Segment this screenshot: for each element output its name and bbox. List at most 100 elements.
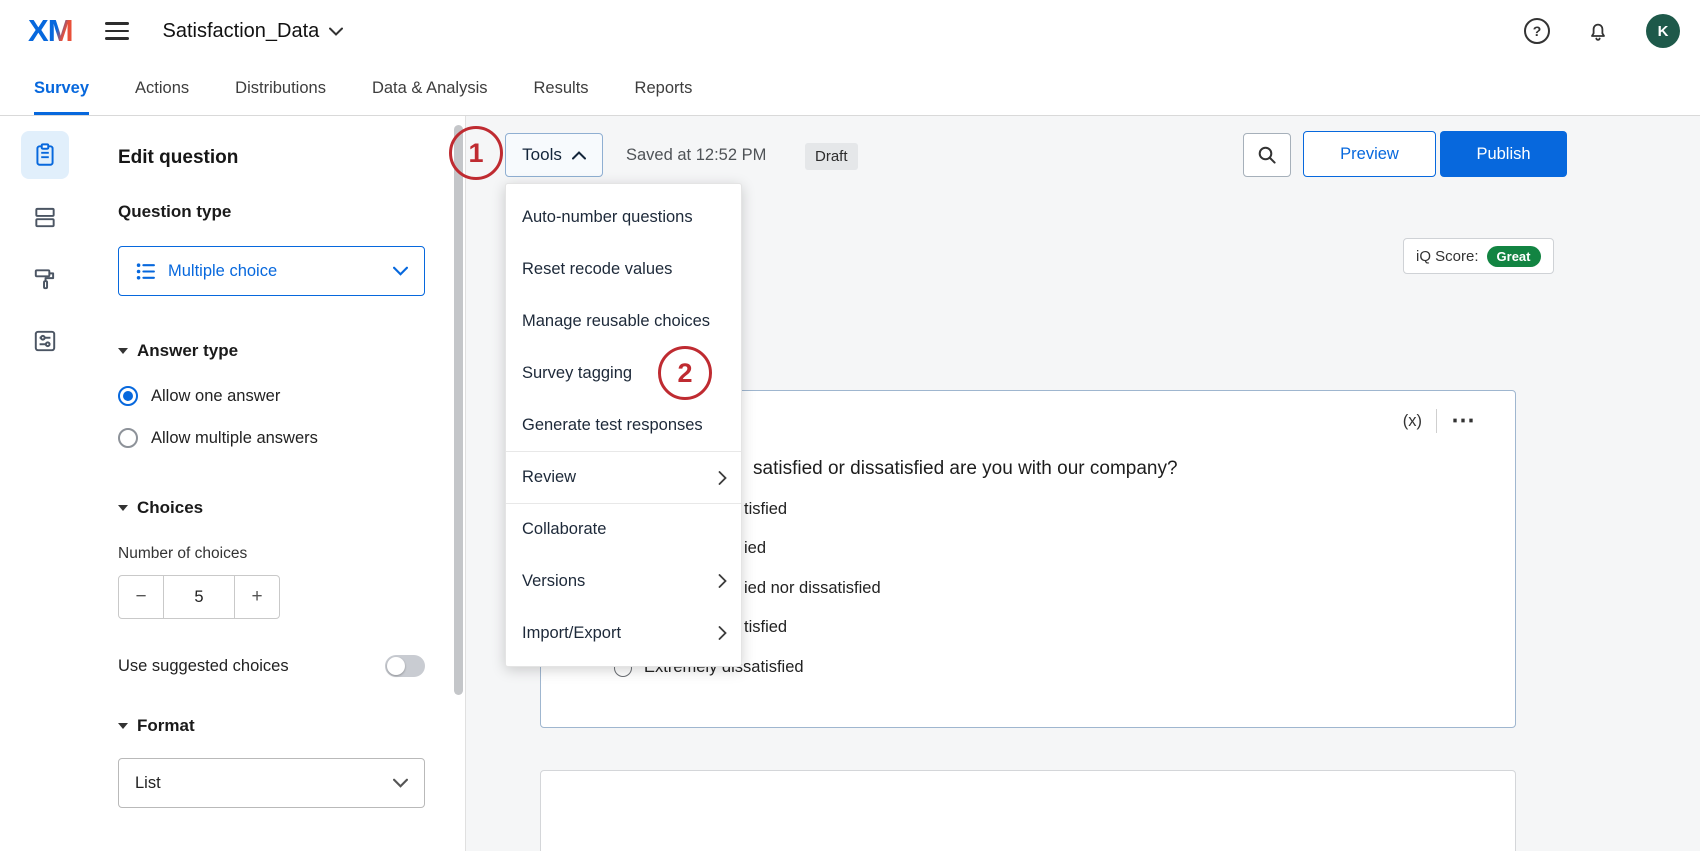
increment-button[interactable]: + bbox=[235, 576, 279, 618]
choice-fragment[interactable]: tisfied bbox=[744, 498, 787, 520]
tools-label: Tools bbox=[522, 145, 562, 165]
choices-section-header[interactable]: Choices bbox=[118, 497, 465, 518]
avatar[interactable]: K bbox=[1646, 14, 1680, 48]
next-question-card[interactable] bbox=[540, 770, 1516, 851]
use-suggested-choices-label: Use suggested choices bbox=[118, 657, 289, 676]
tab-distributions[interactable]: Distributions bbox=[235, 62, 326, 115]
menu-item-auto-number-questions[interactable]: Auto-number questions bbox=[506, 191, 741, 243]
survey-name: Satisfaction_Data bbox=[163, 20, 320, 43]
toggle-knob bbox=[387, 657, 405, 675]
menu-item-import-export[interactable]: Import/Export bbox=[506, 607, 741, 659]
choice-fragment[interactable]: tisfied bbox=[744, 616, 787, 638]
question-type-value: Multiple choice bbox=[168, 262, 381, 281]
answer-type-section-header[interactable]: Answer type bbox=[118, 340, 465, 361]
rail-blocks-button[interactable] bbox=[21, 193, 69, 241]
tools-button[interactable]: Tools bbox=[505, 133, 603, 177]
menu-item-reset-recode-values[interactable]: Reset recode values bbox=[506, 243, 741, 295]
chevron-down-icon bbox=[393, 266, 408, 276]
menu-item-collaborate[interactable]: Collaborate bbox=[506, 503, 741, 555]
divider bbox=[1436, 409, 1437, 433]
notifications-bell-icon[interactable] bbox=[1586, 19, 1610, 43]
annotation-step-2: 2 bbox=[658, 346, 712, 400]
allow-one-answer-radio[interactable]: Allow one answer bbox=[118, 385, 465, 407]
xm-logo-m: M bbox=[48, 13, 73, 49]
help-icon[interactable]: ? bbox=[1524, 18, 1550, 44]
use-suggested-choices-row: Use suggested choices bbox=[118, 655, 425, 677]
tab-results[interactable]: Results bbox=[534, 62, 589, 115]
chevron-right-icon bbox=[718, 574, 727, 588]
decrement-button[interactable]: − bbox=[119, 576, 163, 618]
chevron-down-icon bbox=[393, 778, 408, 788]
qualtrics-survey-builder: XM Satisfaction_Data ? K Survey Actions … bbox=[0, 0, 1700, 851]
exclude-icon[interactable]: (x) bbox=[1403, 412, 1422, 431]
collapse-caret-icon bbox=[118, 505, 128, 511]
question-type-label: Question type bbox=[118, 201, 465, 222]
tab-survey[interactable]: Survey bbox=[34, 62, 89, 115]
collapse-caret-icon bbox=[118, 723, 128, 729]
radio-unselected-icon bbox=[118, 428, 138, 448]
help-glyph: ? bbox=[1533, 23, 1542, 39]
iq-score-badge[interactable]: iQ Score: Great bbox=[1403, 238, 1554, 274]
builder-rail bbox=[0, 116, 90, 851]
avatar-initial: K bbox=[1658, 23, 1669, 40]
menu-item-generate-test-responses[interactable]: Generate test responses bbox=[506, 399, 741, 451]
format-section-header[interactable]: Format bbox=[118, 715, 465, 736]
rail-look-feel-button[interactable] bbox=[21, 255, 69, 303]
search-button[interactable] bbox=[1243, 133, 1291, 177]
iq-score-value: Great bbox=[1487, 246, 1541, 267]
choices-count-value: 5 bbox=[163, 576, 235, 618]
collapse-caret-icon bbox=[118, 348, 128, 354]
preview-button[interactable]: Preview bbox=[1303, 131, 1436, 177]
radio-selected-icon bbox=[118, 386, 138, 406]
menu-item-versions[interactable]: Versions bbox=[506, 555, 741, 607]
rail-survey-options-button[interactable] bbox=[21, 317, 69, 365]
iq-score-label: iQ Score: bbox=[1416, 248, 1479, 265]
clipboard-icon bbox=[32, 142, 58, 168]
format-value: List bbox=[135, 774, 161, 793]
format-title: Format bbox=[137, 715, 195, 736]
chevron-down-icon bbox=[329, 27, 343, 36]
allow-multiple-answers-label: Allow multiple answers bbox=[151, 429, 318, 448]
tab-reports[interactable]: Reports bbox=[635, 62, 693, 115]
multiple-choice-icon bbox=[135, 261, 156, 282]
publish-button[interactable]: Publish bbox=[1440, 131, 1567, 177]
top-bar: XM Satisfaction_Data ? K bbox=[0, 0, 1700, 62]
choices-stepper: − 5 + bbox=[118, 575, 280, 619]
tab-actions[interactable]: Actions bbox=[135, 62, 189, 115]
draft-badge: Draft bbox=[805, 143, 858, 170]
question-card-actions: (x) ⋯ bbox=[1403, 409, 1475, 433]
annotation-step-1: 1 bbox=[449, 126, 503, 180]
allow-one-answer-label: Allow one answer bbox=[151, 387, 280, 406]
xm-logo[interactable]: XM bbox=[28, 13, 73, 49]
use-suggested-choices-toggle[interactable] bbox=[385, 655, 425, 677]
choice-fragment[interactable]: ied nor dissatisfied bbox=[744, 577, 881, 599]
blocks-icon bbox=[32, 204, 58, 230]
xm-logo-x: X bbox=[28, 13, 48, 49]
choices-title: Choices bbox=[137, 497, 203, 518]
question-text-fragment: satisfied or dissatisfied are you with o… bbox=[753, 457, 1178, 481]
panel-scrollbar[interactable] bbox=[454, 125, 463, 695]
choice-fragment[interactable]: ied bbox=[744, 537, 766, 559]
more-options-icon[interactable]: ⋯ bbox=[1451, 411, 1475, 431]
survey-canvas: Tools Saved at 12:52 PM Draft Preview Pu… bbox=[466, 116, 1700, 851]
tools-dropdown-menu: Auto-number questions Reset recode value… bbox=[505, 183, 742, 667]
edit-question-panel: Edit question Question type Multiple cho… bbox=[90, 116, 466, 851]
number-of-choices-label: Number of choices bbox=[118, 544, 465, 563]
menu-item-review[interactable]: Review bbox=[506, 451, 741, 503]
hamburger-menu-icon[interactable] bbox=[105, 22, 131, 40]
chevron-right-icon bbox=[718, 471, 727, 485]
survey-name-dropdown[interactable]: Satisfaction_Data bbox=[163, 20, 344, 43]
question-type-dropdown[interactable]: Multiple choice bbox=[118, 246, 425, 296]
tab-data-analysis[interactable]: Data & Analysis bbox=[372, 62, 488, 115]
format-dropdown[interactable]: List bbox=[118, 758, 425, 808]
primary-nav: Survey Actions Distributions Data & Anal… bbox=[0, 62, 1700, 116]
chevron-up-icon bbox=[572, 151, 586, 160]
allow-multiple-answers-radio[interactable]: Allow multiple answers bbox=[118, 427, 465, 449]
menu-item-manage-reusable-choices[interactable]: Manage reusable choices bbox=[506, 295, 741, 347]
save-status: Saved at 12:52 PM bbox=[626, 142, 766, 168]
answer-type-title: Answer type bbox=[137, 340, 238, 361]
main-region: Edit question Question type Multiple cho… bbox=[0, 116, 1700, 851]
rail-builder-button[interactable] bbox=[21, 131, 69, 179]
paint-roller-icon bbox=[32, 266, 58, 292]
chevron-right-icon bbox=[718, 626, 727, 640]
